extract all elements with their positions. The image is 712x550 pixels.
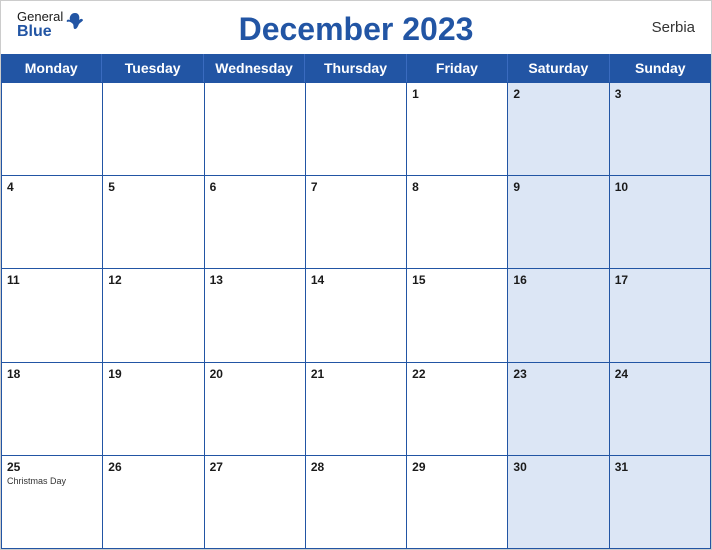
calendar-cell: 19 xyxy=(103,363,204,456)
calendar-cell: 7 xyxy=(306,176,407,269)
date-number: 6 xyxy=(210,180,300,194)
calendar-title: December 2023 xyxy=(239,11,474,48)
day-header-tuesday: Tuesday xyxy=(102,54,203,82)
date-number: 15 xyxy=(412,273,502,287)
country-label: Serbia xyxy=(652,19,695,36)
calendar-cell xyxy=(205,83,306,176)
calendar-cell: 26 xyxy=(103,456,204,549)
day-header-saturday: Saturday xyxy=(508,54,609,82)
date-number: 2 xyxy=(513,87,603,101)
calendar-cell: 30 xyxy=(508,456,609,549)
logo: General Blue xyxy=(17,9,85,40)
date-number: 31 xyxy=(615,460,705,474)
date-number: 8 xyxy=(412,180,502,194)
calendar-cell: 31 xyxy=(610,456,711,549)
logo-general-text: General xyxy=(17,9,63,24)
calendar-header: General Blue December 2023 Serbia xyxy=(1,1,711,54)
calendar-cell: 2 xyxy=(508,83,609,176)
date-number: 23 xyxy=(513,367,603,381)
date-number: 3 xyxy=(615,87,705,101)
date-number: 18 xyxy=(7,367,97,381)
date-number: 30 xyxy=(513,460,603,474)
date-number: 1 xyxy=(412,87,502,101)
calendar-cell xyxy=(2,83,103,176)
calendar-cell: 25 Christmas Day xyxy=(2,456,103,549)
date-number: 11 xyxy=(7,273,97,287)
calendar-cell: 8 xyxy=(407,176,508,269)
calendar-cell: 16 xyxy=(508,269,609,362)
calendar-cell: 4 xyxy=(2,176,103,269)
date-number: 17 xyxy=(615,273,705,287)
calendar-cell: 5 xyxy=(103,176,204,269)
calendar-cell: 29 xyxy=(407,456,508,549)
calendar-cell: 9 xyxy=(508,176,609,269)
date-number: 29 xyxy=(412,460,502,474)
calendar-container: General Blue December 2023 Serbia Monday… xyxy=(0,0,712,550)
date-number: 5 xyxy=(108,180,198,194)
logo-blue-text: Blue xyxy=(17,24,63,40)
calendar-cell: 11 xyxy=(2,269,103,362)
calendar-cell xyxy=(306,83,407,176)
date-number: 22 xyxy=(412,367,502,381)
date-number: 19 xyxy=(108,367,198,381)
date-number: 10 xyxy=(615,180,705,194)
date-number: 20 xyxy=(210,367,300,381)
calendar-cell: 17 xyxy=(610,269,711,362)
calendar-cell: 24 xyxy=(610,363,711,456)
calendar-cell: 14 xyxy=(306,269,407,362)
holiday-label: Christmas Day xyxy=(7,476,97,486)
day-header-sunday: Sunday xyxy=(610,54,711,82)
calendar-cell: 28 xyxy=(306,456,407,549)
date-number: 16 xyxy=(513,273,603,287)
day-header-wednesday: Wednesday xyxy=(204,54,305,82)
day-header-friday: Friday xyxy=(407,54,508,82)
calendar-grid: 1234567891011121314151617181920212223242… xyxy=(1,82,711,549)
day-header-monday: Monday xyxy=(1,54,102,82)
calendar-cell xyxy=(103,83,204,176)
date-number: 27 xyxy=(210,460,300,474)
date-number: 9 xyxy=(513,180,603,194)
calendar-cell: 27 xyxy=(205,456,306,549)
calendar-cell: 12 xyxy=(103,269,204,362)
date-number: 4 xyxy=(7,180,97,194)
date-number: 25 xyxy=(7,460,97,474)
calendar-cell: 1 xyxy=(407,83,508,176)
calendar-cell: 22 xyxy=(407,363,508,456)
calendar-cell: 13 xyxy=(205,269,306,362)
calendar-cell: 23 xyxy=(508,363,609,456)
calendar-cell: 20 xyxy=(205,363,306,456)
date-number: 14 xyxy=(311,273,401,287)
logo-bird-icon xyxy=(65,11,85,31)
calendar-cell: 6 xyxy=(205,176,306,269)
date-number: 21 xyxy=(311,367,401,381)
calendar-cell: 18 xyxy=(2,363,103,456)
date-number: 26 xyxy=(108,460,198,474)
date-number: 24 xyxy=(615,367,705,381)
date-number: 7 xyxy=(311,180,401,194)
date-number: 13 xyxy=(210,273,300,287)
date-number: 28 xyxy=(311,460,401,474)
day-headers-row: Monday Tuesday Wednesday Thursday Friday… xyxy=(1,54,711,82)
calendar-cell: 15 xyxy=(407,269,508,362)
day-header-thursday: Thursday xyxy=(305,54,406,82)
calendar-cell: 10 xyxy=(610,176,711,269)
date-number: 12 xyxy=(108,273,198,287)
calendar-cell: 3 xyxy=(610,83,711,176)
calendar-cell: 21 xyxy=(306,363,407,456)
